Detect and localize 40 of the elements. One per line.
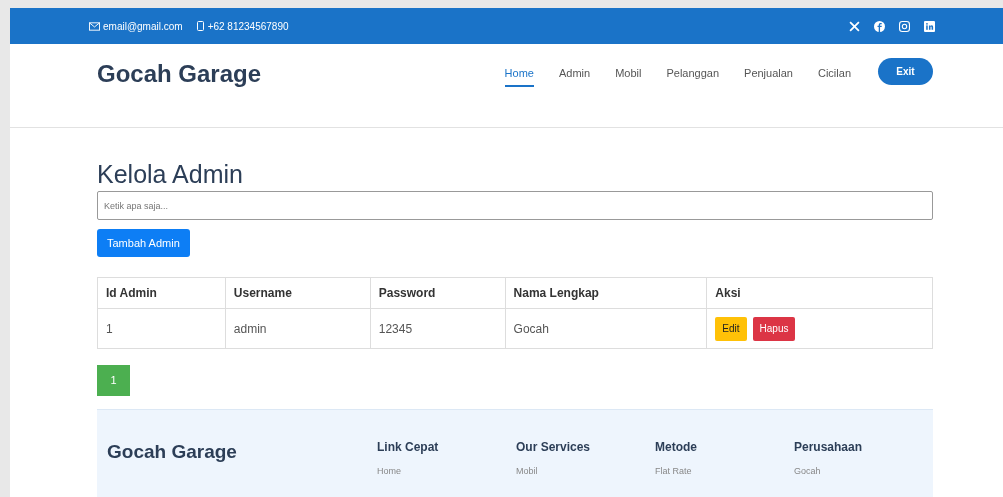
email-text: email@gmail.com bbox=[103, 19, 183, 34]
edit-button[interactable]: Edit bbox=[715, 316, 747, 341]
footer-heading: Perusahaan bbox=[794, 439, 863, 456]
nav-link[interactable]: Pelanggan bbox=[666, 65, 720, 87]
page-button[interactable]: 1 bbox=[97, 365, 130, 396]
delete-button[interactable]: Hapus bbox=[752, 316, 796, 341]
column-header: Password bbox=[370, 277, 506, 309]
brand-logo[interactable]: Gocah Garage bbox=[97, 58, 262, 127]
phone-icon bbox=[196, 21, 204, 31]
footer-link[interactable]: Mobil bbox=[516, 465, 538, 479]
column-header: Nama Lengkap bbox=[505, 277, 707, 309]
nav-link[interactable]: Mobil bbox=[615, 65, 642, 87]
add-admin-button[interactable]: Tambah Admin bbox=[97, 229, 190, 257]
search-field[interactable]: Ketik apa saja... bbox=[97, 191, 933, 220]
nav-link[interactable]: Penjualan bbox=[744, 65, 793, 87]
table-cell: 1 bbox=[97, 308, 226, 349]
phone-text: +62 81234567890 bbox=[207, 19, 289, 34]
mail-icon bbox=[89, 21, 100, 31]
linkedin-icon[interactable] bbox=[924, 20, 935, 32]
table-cell: Gocah bbox=[505, 308, 707, 349]
column-header: Username bbox=[225, 277, 371, 309]
page-title: Kelola Admin bbox=[97, 159, 244, 190]
footer-link[interactable]: Gocah bbox=[794, 465, 821, 479]
exit-button[interactable]: Exit bbox=[878, 58, 933, 85]
column-header: Aksi bbox=[706, 277, 933, 309]
facebook-icon[interactable] bbox=[874, 20, 885, 32]
footer-heading: Our Services bbox=[516, 439, 591, 456]
footer-link[interactable]: Flat Rate bbox=[655, 465, 692, 479]
column-header: Id Admin bbox=[97, 277, 226, 309]
footer-link[interactable]: Home bbox=[377, 465, 401, 479]
nav-link[interactable]: Admin bbox=[558, 65, 591, 87]
x-icon[interactable] bbox=[849, 20, 860, 32]
footer-heading: Metode bbox=[655, 439, 697, 456]
table-cell: 12345 bbox=[370, 308, 506, 349]
footer-brand: Gocah Garage bbox=[106, 440, 238, 464]
nav-link[interactable]: Home bbox=[504, 65, 534, 87]
nav-link[interactable]: Cicilan bbox=[818, 65, 851, 87]
footer-heading: Link Cepat bbox=[377, 439, 439, 456]
instagram-icon[interactable] bbox=[899, 20, 910, 32]
table-cell: admin bbox=[225, 308, 371, 349]
